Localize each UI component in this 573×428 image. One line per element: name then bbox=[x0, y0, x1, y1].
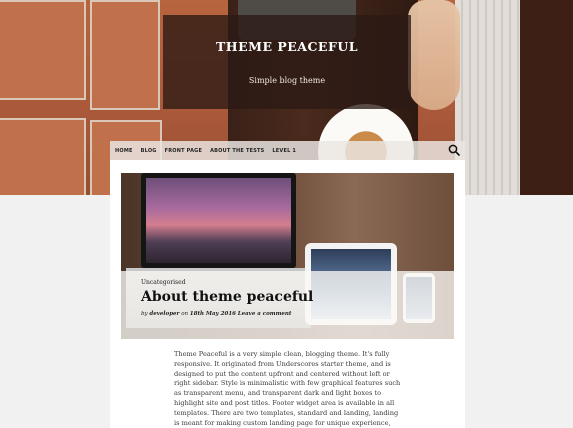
meta-by: by bbox=[141, 311, 148, 317]
site-description: Simple blog theme bbox=[248, 76, 326, 85]
post-title[interactable]: About theme peaceful bbox=[141, 289, 434, 305]
site-branding: THEME PEACEFUL Simple blog theme bbox=[163, 15, 411, 109]
nav-item-front-page[interactable]: FRONT PAGE bbox=[165, 148, 202, 154]
post-category[interactable]: Uncategorised bbox=[141, 279, 434, 286]
nav-item-home[interactable]: HOME bbox=[115, 148, 133, 154]
dark-wall bbox=[520, 0, 573, 195]
laptop-screen bbox=[141, 173, 296, 268]
post-meta: by developer on 18th May 2016 Leave a co… bbox=[141, 311, 434, 317]
featured-post[interactable]: Uncategorised About theme peaceful by de… bbox=[121, 173, 454, 339]
wall-tile bbox=[0, 0, 86, 100]
nav-item-about-the-tests[interactable]: ABOUT THE TESTS bbox=[210, 148, 264, 154]
post-date[interactable]: 18th May 2016 bbox=[190, 311, 236, 317]
nav-item-blog[interactable]: BLOG bbox=[141, 148, 157, 154]
hand bbox=[408, 0, 460, 110]
site-title[interactable]: THEME PEACEFUL bbox=[163, 39, 411, 54]
leave-comment-link[interactable]: Leave a comment bbox=[238, 311, 292, 317]
wall-tile bbox=[90, 0, 160, 110]
post-author[interactable]: developer bbox=[149, 311, 179, 317]
nav-item-level-1[interactable]: LEVEL 1 bbox=[272, 148, 296, 154]
post-header-overlay: Uncategorised About theme peaceful by de… bbox=[121, 271, 454, 339]
main-navigation: HOME BLOG FRONT PAGE ABOUT THE TESTS LEV… bbox=[110, 141, 465, 160]
meta-on: on bbox=[181, 311, 189, 317]
search-icon[interactable] bbox=[448, 144, 460, 156]
post-excerpt: Theme Peaceful is a very simple clean, b… bbox=[174, 350, 401, 427]
wall-tile bbox=[0, 118, 86, 195]
